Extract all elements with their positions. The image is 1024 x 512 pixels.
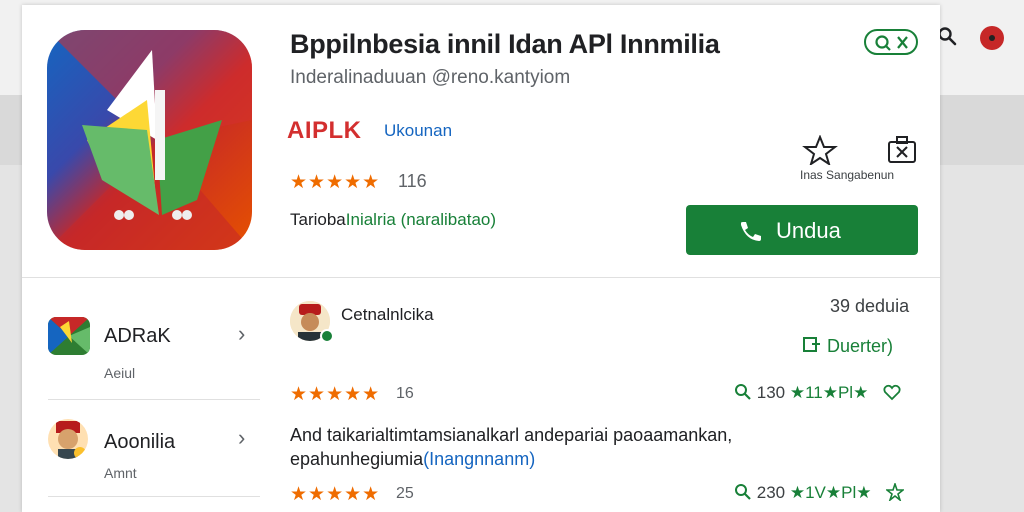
app-detail-card: Bppilnbesia innil Idan APl Innmilia Inde…	[22, 5, 940, 512]
verified-badge-icon	[320, 329, 334, 343]
details-link[interactable]: Duerter)	[802, 336, 893, 357]
section-divider	[22, 277, 940, 278]
search-icon[interactable]	[734, 383, 752, 401]
review-meta-row: 230 ★1V★Pl★	[734, 481, 906, 503]
sidebar-item-name: Aoonilia	[104, 431, 176, 453]
category-line: TariobaInialria (naralibatao)	[290, 210, 496, 230]
review-stars: ★★★★★	[290, 384, 381, 405]
star-outline-icon[interactable]	[884, 481, 906, 503]
chevron-right-icon: ›	[238, 425, 246, 450]
actions-label: Inas Sangabenun	[800, 168, 895, 182]
download-size: 39 deduia	[830, 296, 910, 316]
rating-count: 116	[398, 171, 427, 191]
meta-count: 130	[756, 383, 786, 402]
category-prefix: Tarioba	[290, 210, 346, 229]
heart-icon[interactable]	[883, 383, 901, 401]
review-text: And taikarialtimtamsianalkarl andepariai…	[290, 423, 850, 471]
rating-stars: ★★★★★	[290, 172, 381, 193]
app-subtitle: Inderalinaduuan @reno.kantyiom	[290, 67, 571, 88]
app-icon-green	[48, 317, 90, 355]
review-text-line2: epahunhegiumia	[290, 449, 424, 469]
chevron-right-icon: ›	[238, 321, 246, 346]
review-stars: ★★★★★	[290, 484, 381, 505]
wishlist-icon[interactable]	[802, 135, 838, 165]
app-brand: AIPLK	[287, 117, 362, 144]
search-icon[interactable]	[734, 483, 752, 501]
review-meta-row: 130 ★11★Pl★	[734, 383, 901, 403]
install-button[interactable]: Undua	[686, 205, 918, 255]
details-label: Duerter)	[827, 336, 894, 356]
sidebar-item-aoonilia[interactable]: Aoonilia Amnt ›	[22, 397, 260, 507]
details-icon	[803, 337, 820, 352]
developer-link[interactable]: Ukounan	[384, 121, 452, 141]
search-icon[interactable]	[937, 26, 957, 46]
sidebar-item-name: ADRaK	[104, 325, 171, 347]
reviewer-name: Cetnalnlcika	[341, 305, 434, 324]
notification-dot-icon[interactable]	[980, 26, 1004, 50]
meta-count: 230	[756, 483, 786, 502]
app-logo-icon	[47, 30, 252, 250]
category-link[interactable]: Inialria (naralibatao)	[346, 210, 496, 229]
review-count: 16	[396, 385, 414, 402]
search-close-icon	[875, 35, 908, 51]
review-text-main: And taikarialtimtamsianalkarl andepariai…	[290, 425, 733, 445]
sidebar-item-sub: Amnt	[104, 465, 137, 481]
sidebar-divider	[48, 496, 260, 497]
review-count: 25	[396, 485, 414, 502]
search-close-chip[interactable]	[864, 29, 918, 55]
app-title: Bppilnbesia innil Idan APl Innmilia	[290, 29, 720, 59]
share-icon[interactable]	[884, 135, 920, 165]
install-label: Undua	[776, 218, 841, 243]
sidebar-item-adrak[interactable]: ADRaK Aeiul ›	[22, 295, 260, 405]
avatar-icon	[48, 419, 88, 459]
meta-stars: ★11★Pl★	[789, 383, 869, 402]
meta-stars: ★1V★Pl★	[789, 483, 872, 502]
phone-icon	[741, 222, 761, 241]
review-text-highlight[interactable]: (Inangnnanm)	[423, 449, 535, 469]
sidebar-item-sub: Aeiul	[104, 365, 136, 381]
